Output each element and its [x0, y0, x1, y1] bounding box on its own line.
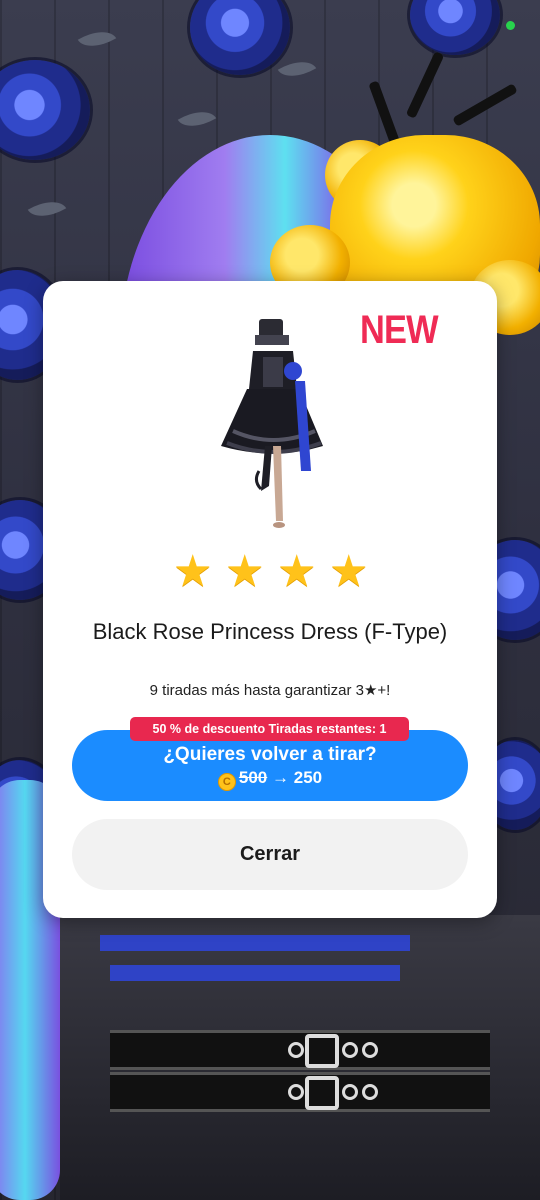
- close-button[interactable]: Cerrar: [72, 819, 468, 890]
- dress-blue-trim: [110, 965, 400, 981]
- belt-buckle: [305, 1076, 339, 1110]
- crown-spike: [405, 51, 445, 119]
- close-button-label: Cerrar: [239, 843, 301, 865]
- old-price: 500: [238, 768, 268, 787]
- gacha-result-dialog: NEW ★ ★ ★ ★ Black Rose Princess Dress (F-Ty…: [43, 281, 497, 918]
- belt-grommet: [342, 1042, 358, 1058]
- coin-icon: C: [217, 773, 236, 791]
- price-arrow: →: [272, 768, 289, 787]
- belt-grommet: [288, 1042, 304, 1058]
- star-icon: ★: [225, 547, 265, 596]
- blue-rose-decoration: [190, 0, 290, 75]
- dress-belt: [110, 1030, 490, 1070]
- star-icon: ★: [173, 547, 213, 596]
- belt-grommet: [362, 1084, 378, 1100]
- rarity-stars: ★ ★ ★ ★: [43, 547, 497, 596]
- belt-buckle: [305, 1034, 339, 1068]
- belt-grommet: [362, 1042, 378, 1058]
- reroll-cost: C 500 → 250: [72, 768, 468, 791]
- dress-belt: [110, 1072, 490, 1112]
- leaf-decoration: [27, 192, 67, 226]
- star-icon: ★: [329, 547, 369, 596]
- pity-counter-text: 9 tiradas más hasta garantizar 3★+!: [149, 682, 391, 699]
- status-indicator-dot: [506, 21, 515, 30]
- blue-rose-decoration: [410, 0, 500, 55]
- blue-rose-decoration: [0, 60, 90, 160]
- leaf-decoration: [177, 102, 217, 136]
- new-badge: NEW: [360, 308, 439, 352]
- crown-spike: [452, 83, 518, 127]
- leaf-decoration: [277, 52, 317, 86]
- belt-grommet: [342, 1084, 358, 1100]
- dress-item-image: [221, 319, 323, 528]
- leaf-decoration: [77, 22, 117, 56]
- new-price: 250: [293, 768, 323, 787]
- dress-blue-trim: [100, 935, 410, 951]
- reroll-button-label: ¿Quieres volver a tirar?: [163, 744, 377, 765]
- discount-tag: 50 % de descuento Tiradas restantes: 1: [130, 717, 409, 741]
- star-icon: ★: [277, 547, 317, 596]
- item-name: Black Rose Princess Dress (F-Type): [92, 619, 448, 644]
- belt-grommet: [288, 1084, 304, 1100]
